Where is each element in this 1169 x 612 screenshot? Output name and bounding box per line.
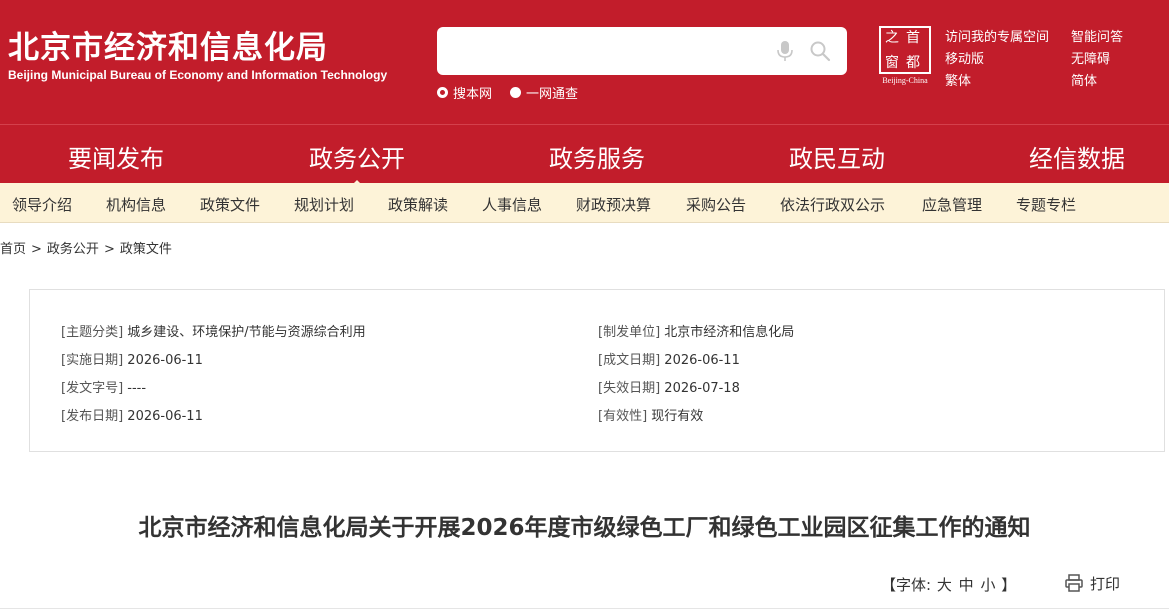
seal-char-3: 之 xyxy=(885,30,899,46)
nav-main-services[interactable]: 政务服务 xyxy=(549,139,645,174)
document-metadata: [主题分类] 城乡建设、环境保护/节能与资源综合利用 [制发单位] 北京市经济和… xyxy=(29,289,1165,452)
nav-sub-personnel[interactable]: 人事信息 xyxy=(482,194,542,215)
nav-sub-procurement[interactable]: 采购公告 xyxy=(686,194,746,215)
radio-unchecked-icon xyxy=(510,86,521,98)
scope-site-radio[interactable]: 搜本网 xyxy=(437,84,493,102)
meta-publish-date-value: 2026-06-11 xyxy=(127,409,203,424)
meta-doc-number: [发文字号] ---- xyxy=(61,377,146,396)
meta-written-date: [成文日期] 2026-06-11 xyxy=(598,349,740,368)
meta-written-date-key: [成文日期] xyxy=(598,353,661,368)
meta-written-date-value: 2026-06-11 xyxy=(664,353,740,368)
meta-validity-key: [有效性] xyxy=(598,409,648,424)
seal-frame: 首 都 之 窗 xyxy=(879,26,931,74)
nav-sub-double-publicity[interactable]: 依法行政双公示 xyxy=(780,194,885,215)
main-navigation: 要闻发布 政务公开 政务服务 政民互动 经信数据 xyxy=(0,124,1169,188)
site-title[interactable]: 北京市经济和信息化局 xyxy=(8,22,328,67)
meta-expiry-date-key: [失效日期] xyxy=(598,381,661,396)
search-input[interactable] xyxy=(449,37,759,65)
breadcrumb-policy-files[interactable]: 政策文件 xyxy=(120,242,172,257)
nav-sub-leaders[interactable]: 领导介绍 xyxy=(12,194,72,215)
font-small-button[interactable]: 小 xyxy=(980,576,995,594)
radio-checked-icon xyxy=(437,86,448,98)
meta-publish-date: [发布日期] 2026-06-11 xyxy=(61,405,203,424)
accessible-link[interactable]: 无障碍 xyxy=(1071,48,1110,67)
meta-topic: [主题分类] 城乡建设、环境保护/节能与资源综合利用 xyxy=(61,321,366,340)
nav-main-news[interactable]: 要闻发布 xyxy=(68,139,164,174)
seal-label: Beijing-China xyxy=(882,76,928,85)
breadcrumb: 首页 > 政务公开 > 政策文件 xyxy=(0,238,172,257)
meta-issuer-key: [制发单位] xyxy=(598,325,661,340)
nav-sub-emergency[interactable]: 应急管理 xyxy=(922,194,982,215)
visit-space-link[interactable]: 访问我的专属空间 xyxy=(945,26,1049,45)
print-label: 打印 xyxy=(1090,574,1121,593)
meta-effective-date-key: [实施日期] xyxy=(61,353,124,368)
font-size-close-bracket: 】 xyxy=(1001,576,1017,594)
nav-sub-interpretation[interactable]: 政策解读 xyxy=(388,194,448,215)
meta-doc-number-value: ---- xyxy=(127,381,147,396)
scope-all-radio[interactable]: 一网通查 xyxy=(510,84,579,102)
seal-char-2: 都 xyxy=(906,55,920,71)
document-title: 北京市经济和信息化局关于开展2026年度市级绿色工厂和绿色工业园区征集工作的通知 xyxy=(138,515,1031,541)
breadcrumb-separator: > xyxy=(103,242,115,257)
nav-main-interaction[interactable]: 政民互动 xyxy=(789,139,885,174)
meta-issuer: [制发单位] 北京市经济和信息化局 xyxy=(598,321,794,340)
mobile-link[interactable]: 移动版 xyxy=(945,48,984,67)
nav-sub-planning[interactable]: 规划计划 xyxy=(294,194,354,215)
divider xyxy=(0,608,1169,609)
meta-effective-date: [实施日期] 2026-06-11 xyxy=(61,349,203,368)
seal-char-1: 首 xyxy=(906,30,920,46)
meta-topic-key: [主题分类] xyxy=(61,325,124,340)
font-size-label: 【字体: xyxy=(881,576,932,594)
scope-all-label: 一网通查 xyxy=(526,86,579,102)
breadcrumb-separator: > xyxy=(31,242,42,257)
printer-icon xyxy=(1065,574,1083,592)
nav-main-open-affairs[interactable]: 政务公开 xyxy=(309,139,405,188)
nav-sub-policy-files[interactable]: 政策文件 xyxy=(200,194,260,215)
font-medium-button[interactable]: 中 xyxy=(959,576,974,594)
nav-sub-special-topics[interactable]: 专题专栏 xyxy=(1016,194,1076,215)
site-header: 北京市经济和信息化局 Beijing Municipal Bureau of E… xyxy=(0,0,1169,124)
meta-effective-date-value: 2026-06-11 xyxy=(127,353,203,368)
meta-doc-number-key: [发文字号] xyxy=(61,381,124,396)
meta-expiry-date-value: 2026-07-18 xyxy=(664,381,740,396)
microphone-icon[interactable] xyxy=(776,40,794,62)
simplified-link[interactable]: 简体 xyxy=(1071,70,1097,89)
meta-validity-value: 现行有效 xyxy=(651,409,704,424)
scope-site-label: 搜本网 xyxy=(453,86,493,102)
meta-expiry-date: [失效日期] 2026-07-18 xyxy=(598,377,740,396)
breadcrumb-open-affairs[interactable]: 政务公开 xyxy=(47,242,99,257)
meta-topic-value: 城乡建设、环境保护/节能与资源综合利用 xyxy=(127,325,366,340)
meta-validity: [有效性] 现行有效 xyxy=(598,405,703,424)
nav-main-data[interactable]: 经信数据 xyxy=(1029,139,1125,174)
site-subtitle: Beijing Municipal Bureau of Economy and … xyxy=(8,68,388,82)
sub-navigation: 领导介绍 机构信息 政策文件 规划计划 政策解读 人事信息 财政预决算 采购公告… xyxy=(0,183,1169,223)
meta-issuer-value: 北京市经济和信息化局 xyxy=(664,325,795,340)
meta-publish-date-key: [发布日期] xyxy=(61,409,124,424)
breadcrumb-home[interactable]: 首页 xyxy=(0,242,26,257)
nav-sub-budget[interactable]: 财政预决算 xyxy=(576,194,651,215)
font-size-selector: 【字体: 大 中 小 】 xyxy=(881,574,1016,595)
font-large-button[interactable]: 大 xyxy=(937,576,952,594)
print-button[interactable]: 打印 xyxy=(1064,572,1120,594)
nav-sub-organization[interactable]: 机构信息 xyxy=(106,194,166,215)
smart-qa-link[interactable]: 智能问答 xyxy=(1071,26,1123,45)
capital-window-logo[interactable]: 首 都 之 窗 Beijing-China xyxy=(879,26,931,85)
search-icon[interactable] xyxy=(809,40,831,62)
seal-char-4: 窗 xyxy=(885,55,899,71)
traditional-link[interactable]: 繁体 xyxy=(945,70,971,89)
